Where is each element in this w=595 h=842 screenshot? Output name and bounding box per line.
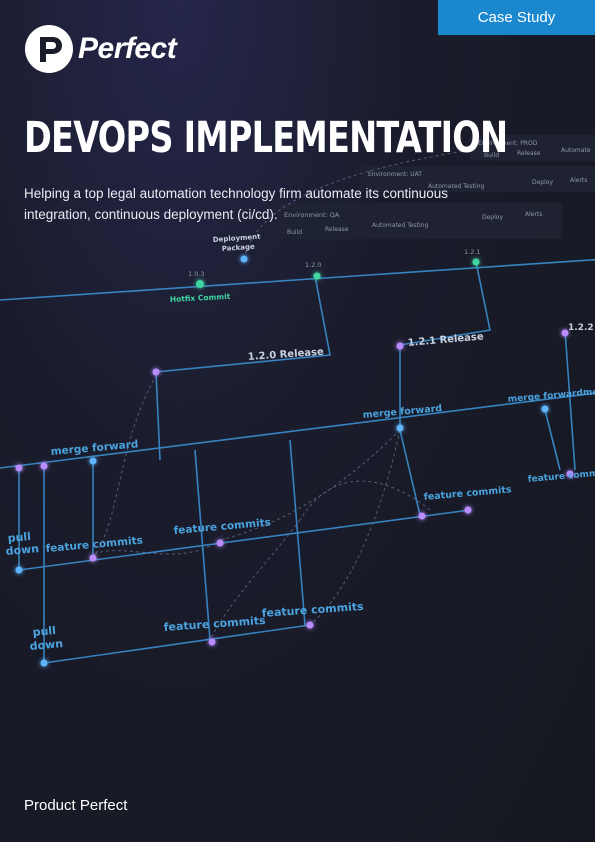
svg-text:Package: Package xyxy=(222,243,256,253)
perfect-logo-icon xyxy=(25,25,73,73)
page-subtitle: Helping a top legal automation technolog… xyxy=(24,186,449,222)
svg-text:me: me xyxy=(583,388,595,398)
svg-text:1.2.0 Release: 1.2.0 Release xyxy=(247,347,324,363)
svg-text:feature commits: feature commits xyxy=(423,484,512,503)
svg-text:feature commi: feature commi xyxy=(527,469,595,485)
svg-text:feature commits: feature commits xyxy=(45,535,143,555)
case-study-badge: Case Study xyxy=(438,0,595,35)
svg-text:1.2.1: 1.2.1 xyxy=(464,248,481,256)
svg-text:pull: pull xyxy=(32,624,56,639)
footer-company: Product Perfect xyxy=(24,797,128,814)
page-title: DEVOPS IMPLEMENTATION xyxy=(24,113,508,163)
brand-logo: Perfect xyxy=(24,24,177,74)
svg-text:merge forward: merge forward xyxy=(507,388,583,405)
svg-text:Release: Release xyxy=(517,150,541,157)
brand-name: Perfect xyxy=(78,32,177,65)
svg-text:1.0.3: 1.0.3 xyxy=(188,270,205,278)
svg-text:Environment: UAT: Environment: UAT xyxy=(368,171,422,178)
svg-text:Alerts: Alerts xyxy=(525,211,542,218)
svg-text:1.2.2: 1.2.2 xyxy=(568,323,594,333)
svg-text:feature commits: feature commits xyxy=(261,600,364,620)
cover-page: Environment: PROD Build Release Automate… xyxy=(0,0,595,842)
svg-text:1.2.0: 1.2.0 xyxy=(305,261,322,269)
svg-text:feature commits: feature commits xyxy=(173,517,271,537)
svg-text:Automate: Automate xyxy=(561,147,591,154)
svg-text:Alerts: Alerts xyxy=(570,177,587,184)
svg-text:Deploy: Deploy xyxy=(482,214,503,221)
svg-text:Build: Build xyxy=(287,229,302,236)
svg-text:down: down xyxy=(5,542,39,558)
svg-text:Deploy: Deploy xyxy=(532,179,553,186)
svg-text:1.2.1 Release: 1.2.1 Release xyxy=(407,331,484,349)
svg-text:Hotfix Commit: Hotfix Commit xyxy=(170,292,231,304)
svg-text:merge forward: merge forward xyxy=(362,403,442,421)
svg-text:down: down xyxy=(29,637,63,653)
svg-text:Release: Release xyxy=(325,226,349,233)
